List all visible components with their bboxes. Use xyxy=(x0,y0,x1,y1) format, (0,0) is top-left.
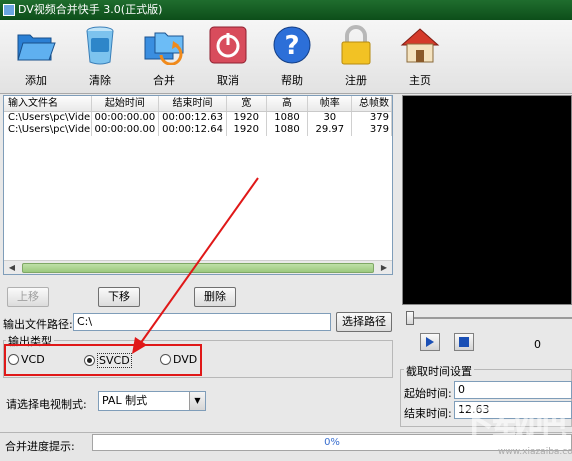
end-time-label: 结束时间: xyxy=(404,407,452,420)
seek-slider[interactable] xyxy=(402,309,572,327)
start-time-label: 起始时间: xyxy=(404,387,452,400)
progress-value: 0% xyxy=(324,437,340,448)
seek-knob[interactable] xyxy=(406,311,414,325)
seek-track xyxy=(408,317,572,319)
tv-system-value: PAL 制式 xyxy=(102,394,148,407)
stop-icon xyxy=(459,337,469,347)
video-preview xyxy=(402,95,572,305)
watermark-logo: 下载吧 xyxy=(455,401,567,448)
play-icon xyxy=(426,337,434,347)
play-button[interactable] xyxy=(420,333,440,351)
frame-counter: 0 xyxy=(534,338,541,351)
progress-label: 合并进度提示: xyxy=(5,440,75,453)
chevron-down-icon[interactable]: ▼ xyxy=(189,392,205,410)
clip-time-label: 截取时间设置 xyxy=(404,363,474,379)
tv-system-select[interactable]: PAL 制式 ▼ xyxy=(98,391,206,411)
stop-button[interactable] xyxy=(454,333,474,351)
tv-system-label: 请选择电视制式: xyxy=(6,398,87,411)
watermark-url: www.xiazaiba.com xyxy=(498,447,572,457)
